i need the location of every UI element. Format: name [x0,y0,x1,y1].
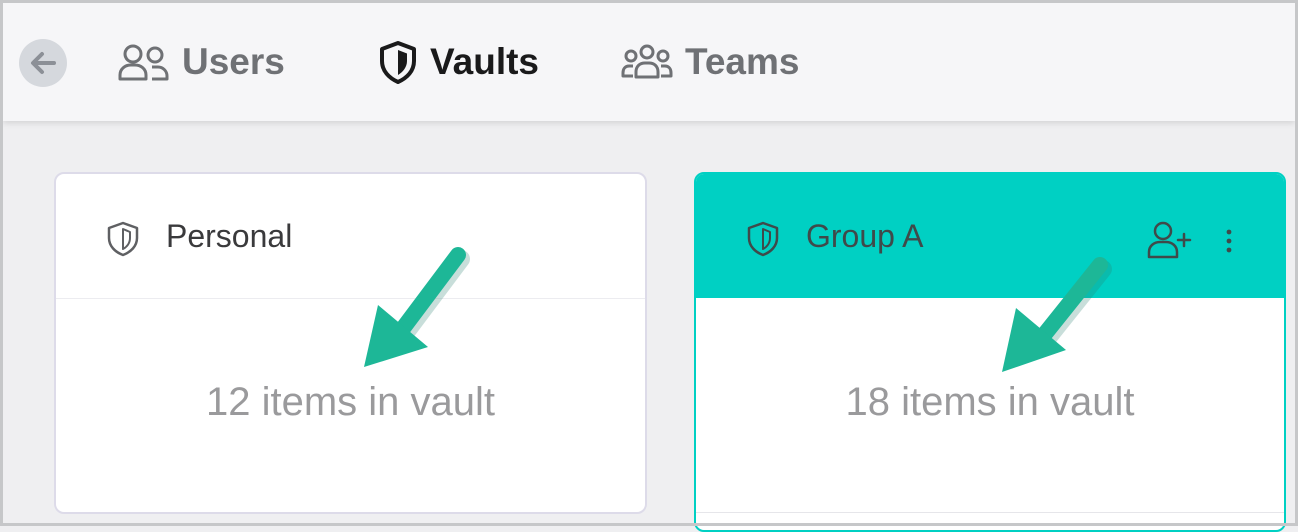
team-icon [621,44,673,79]
tab-teams[interactable]: Teams [621,33,800,91]
tab-vaults[interactable]: Vaults [378,33,539,91]
shield-icon [380,41,416,84]
add-user-icon[interactable] [1146,220,1192,260]
vault-card-header: Personal [56,174,645,299]
top-navigation-bar: Users Vaults Teams [3,3,1295,121]
vault-card-header: Group A [696,174,1284,298]
vault-name: Group A [806,218,924,254]
users-icon [118,44,169,81]
item-count: 18 items in vault [845,380,1135,424]
shield-icon [747,221,779,257]
tab-vaults-label: Vaults [430,41,539,82]
tab-teams-label: Teams [685,41,800,82]
tab-users-label: Users [182,41,285,82]
shield-icon [107,221,139,257]
vault-name: Personal [166,218,293,254]
item-count: 12 items in vault [205,380,496,424]
tab-users[interactable]: Users [118,33,285,91]
vault-card-personal[interactable]: Personal 12 items in vault [54,172,647,514]
arrow-left-icon [31,52,56,74]
vault-card-group-a[interactable]: Group A 18 items in vault [694,172,1286,532]
back-button[interactable] [19,39,67,87]
card-divider [696,512,1284,513]
more-options-icon[interactable] [1224,228,1234,254]
